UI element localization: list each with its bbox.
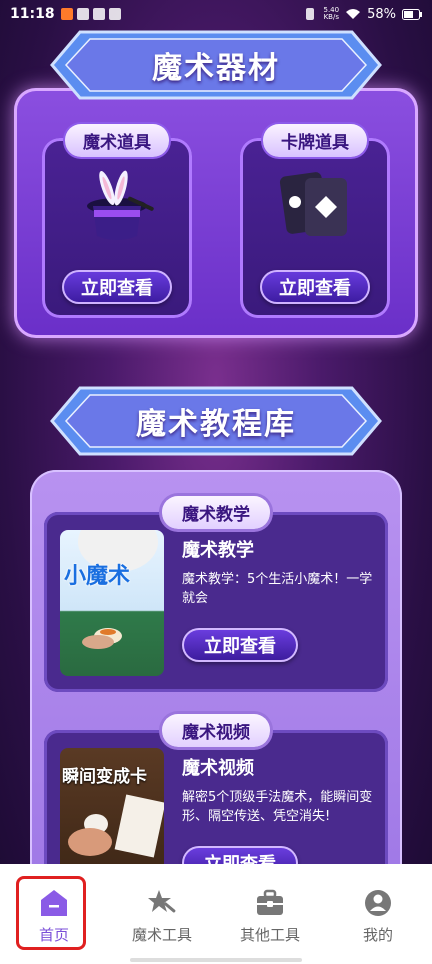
nav-mine-label: 我的 xyxy=(362,926,393,944)
nav-magic-tools[interactable]: 魔术工具 xyxy=(108,864,216,964)
notification-icon xyxy=(92,8,105,20)
card-props-label: 卡牌道具 xyxy=(263,124,367,157)
lesson-title: 魔术教学 xyxy=(182,540,254,561)
home-indicator xyxy=(130,958,302,962)
lesson-tag: 魔术视频 xyxy=(162,714,270,747)
playing-cards-icon xyxy=(279,172,347,236)
wifi-icon xyxy=(346,9,361,19)
net-speed: 5.40 KB/s xyxy=(323,6,340,21)
lesson-tag: 魔术教学 xyxy=(162,496,270,529)
card-props-card[interactable]: 卡牌道具 立即查看 xyxy=(240,124,390,318)
status-bar: 11:18 5.40 KB/s 58% xyxy=(0,0,432,28)
lesson-thumb-text: 小魔术 xyxy=(64,564,131,589)
card-props-view-button[interactable]: 立即查看 xyxy=(260,270,370,304)
nav-other-tools-label: 其他工具 xyxy=(239,926,300,944)
notification-icon xyxy=(108,8,121,20)
magic-props-card[interactable]: 魔术道具 立即查看 xyxy=(42,124,192,318)
lesson-title: 魔术视频 xyxy=(182,758,254,779)
notification-icon xyxy=(60,8,73,20)
lesson-description: 解密5个顶级手法魔术，能瞬间变形、隔空传送、凭空消失! xyxy=(182,790,373,824)
magic-props-label: 魔术道具 xyxy=(65,124,169,157)
magic-props-view-button[interactable]: 立即查看 xyxy=(62,270,172,304)
lesson-card-teaching[interactable]: 魔术教学 小魔术 魔术教学 魔术教学：5个生活小魔术！一学就会 立即查看 xyxy=(44,496,388,692)
nav-mine[interactable]: 我的 xyxy=(324,864,432,964)
status-time: 11:18 xyxy=(10,6,55,22)
battery-icon xyxy=(402,8,422,20)
equipment-panel: 魔术道具 立即查看 卡牌道具 立即查看 xyxy=(14,88,418,338)
nav-magic-tools-label: 魔术工具 xyxy=(131,926,192,944)
magic-wand-icon xyxy=(148,890,176,913)
lesson-thumbnail[interactable]: 小魔术 xyxy=(60,530,164,676)
user-icon xyxy=(365,890,391,916)
home-highlight-box xyxy=(16,876,86,950)
lesson-description: 魔术教学：5个生活小魔术！一学就会 xyxy=(182,572,373,606)
equipment-title: 魔术器材 xyxy=(152,51,280,86)
battery-level: 58% xyxy=(367,6,396,22)
vibrate-icon xyxy=(305,8,314,20)
notification-icon xyxy=(76,8,89,20)
lesson-view-button[interactable]: 立即查看 xyxy=(182,628,298,662)
nav-other-tools[interactable]: 其他工具 xyxy=(216,864,324,964)
tutorial-banner: 魔术教程库 xyxy=(50,386,382,456)
tutorial-title: 魔术教程库 xyxy=(136,407,296,442)
lesson-thumb-text: 瞬间变成卡 xyxy=(62,767,147,787)
toolbox-icon xyxy=(257,889,283,915)
magic-hat-icon xyxy=(87,170,154,240)
equipment-banner: 魔术器材 xyxy=(50,30,382,100)
